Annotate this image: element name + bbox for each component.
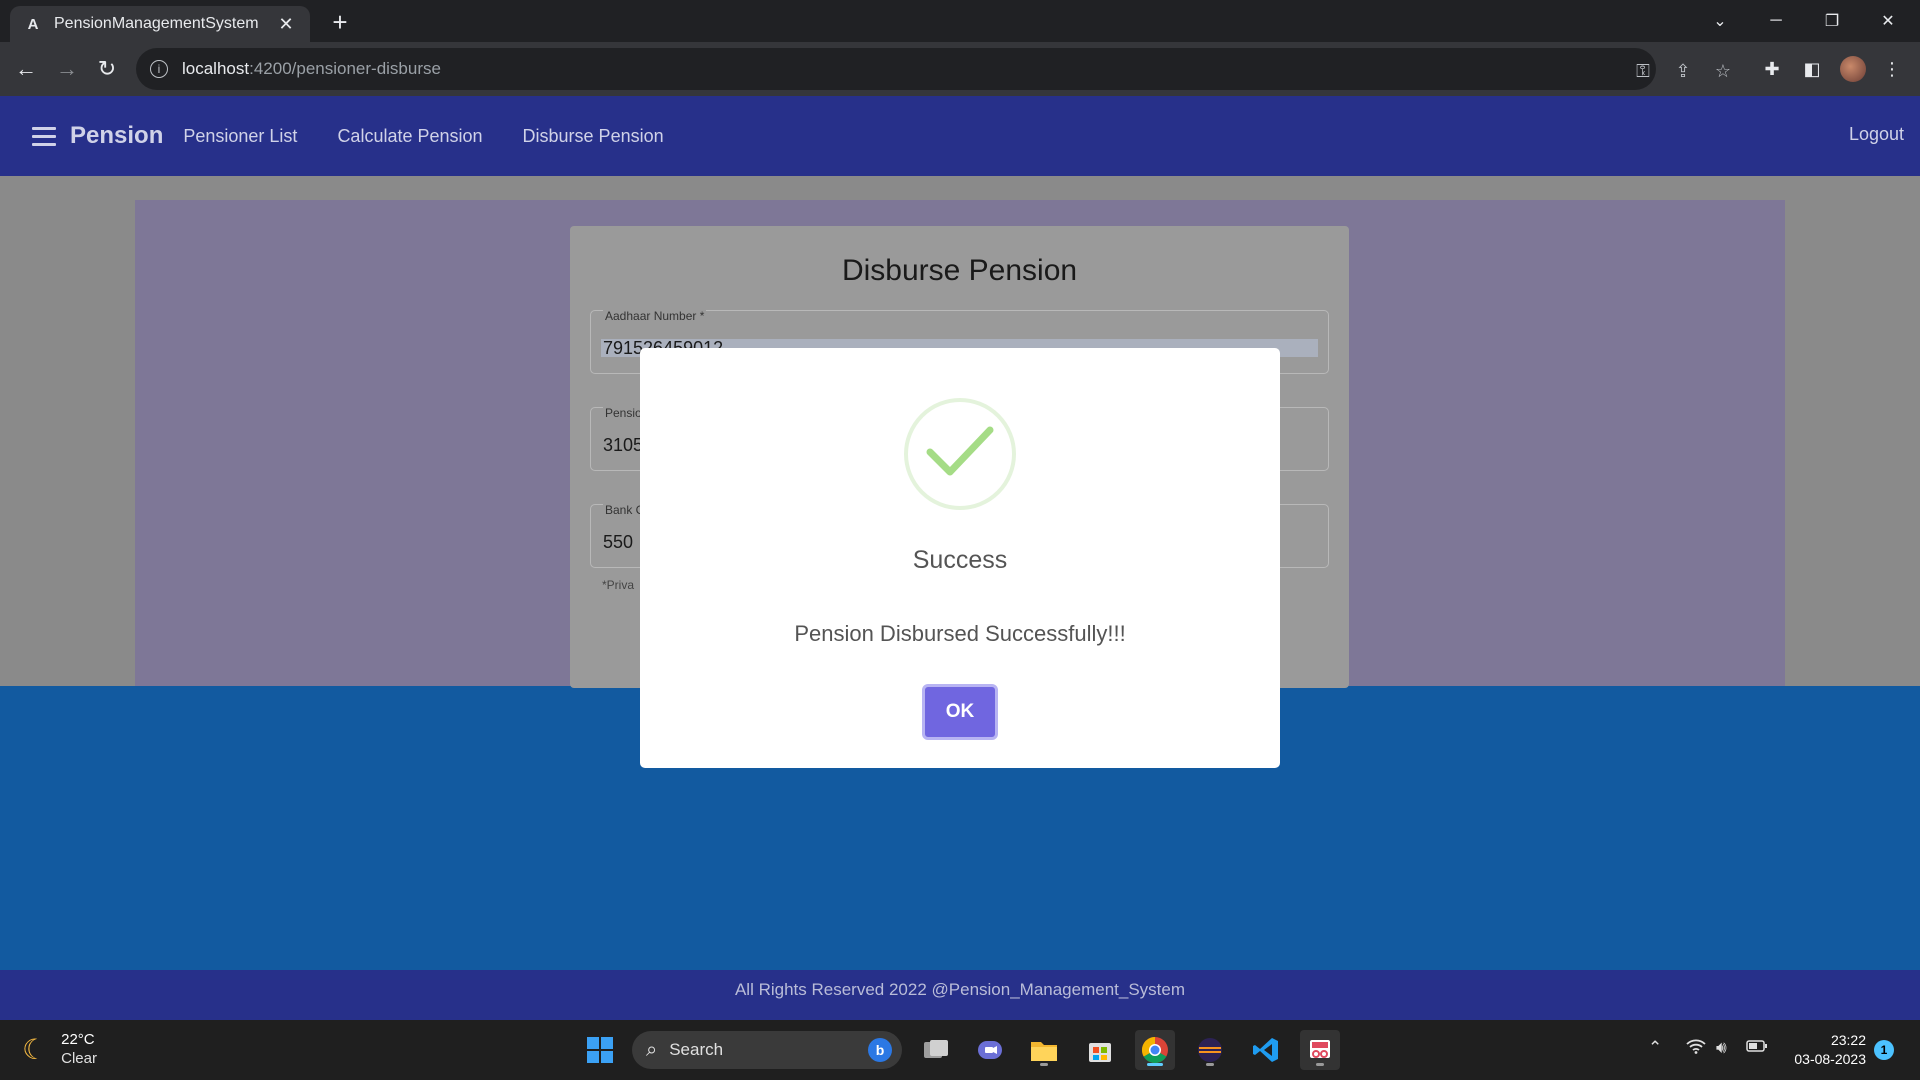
new-tab-icon[interactable]: +: [326, 8, 354, 36]
restore-icon[interactable]: ❐: [1804, 0, 1860, 42]
tab-title: PensionManagementSystem: [54, 15, 259, 32]
clock-time: 23:22: [1830, 1032, 1866, 1048]
site-info-icon[interactable]: i: [150, 60, 168, 78]
brand-title[interactable]: Pension: [70, 122, 163, 150]
footer-text: All Rights Reserved 2022 @Pension_Manage…: [734, 980, 1186, 999]
hamburger-menu-icon[interactable]: [24, 116, 64, 156]
close-window-icon[interactable]: ✕: [1860, 0, 1916, 42]
url-host: localhost: [182, 59, 250, 78]
active-app-indicator: [1147, 1063, 1163, 1066]
moon-icon: ☾: [22, 1033, 48, 1065]
clock-date: 03-08-2023: [1794, 1051, 1866, 1067]
running-indicator: [1040, 1063, 1048, 1066]
search-icon: ⌕: [646, 1038, 658, 1061]
key-icon[interactable]: ⚿: [1628, 56, 1658, 86]
bookmark-star-icon[interactable]: ☆: [1708, 56, 1738, 86]
teams-chat-icon[interactable]: [970, 1030, 1010, 1070]
nav-disburse-pension[interactable]: Disburse Pension: [523, 126, 664, 147]
running-indicator: [1206, 1063, 1214, 1066]
wifi-icon[interactable]: [1686, 1038, 1706, 1059]
chrome-icon[interactable]: [1135, 1030, 1175, 1070]
snipping-tool-icon[interactable]: [1300, 1030, 1340, 1070]
aadhaar-label: Aadhaar Number *: [603, 309, 707, 323]
bank-charge-value: 550: [603, 532, 634, 552]
taskbar-search[interactable]: ⌕ Search b: [632, 1031, 902, 1069]
start-windows-icon[interactable]: [580, 1030, 620, 1070]
browser-toolbar: ← → ↻ i localhost:4200/pensioner-disburs…: [0, 42, 1920, 96]
weather-temperature: 22°C: [61, 1031, 95, 1048]
angular-favicon-icon: A: [27, 15, 39, 33]
address-bar[interactable]: i localhost:4200/pensioner-disburse: [136, 48, 1656, 90]
bing-icon[interactable]: b: [868, 1038, 892, 1062]
tab-close-icon[interactable]: ✕: [276, 14, 296, 35]
pension-amount-value: 3105: [603, 435, 644, 455]
success-dialog: Success Pension Disbursed Successfully!!…: [640, 348, 1280, 768]
reload-icon[interactable]: ↻: [91, 53, 123, 85]
weather-widget[interactable]: ☾ 22°C Clear: [22, 1030, 97, 1068]
microsoft-store-icon[interactable]: [1080, 1030, 1120, 1070]
nav-pensioner-list[interactable]: Pensioner List: [183, 126, 297, 147]
pension-amount-label: Pensio: [603, 406, 644, 420]
browser-tab[interactable]: A PensionManagementSystem ✕: [10, 6, 310, 42]
profile-avatar[interactable]: [1840, 56, 1866, 82]
form-hint: *Priva: [602, 578, 635, 592]
minimize-icon[interactable]: ─: [1748, 0, 1804, 42]
success-check-icon: [904, 398, 1016, 510]
system-clock[interactable]: 23:22 03-08-2023: [1794, 1031, 1866, 1069]
form-title: Disburse Pension: [841, 254, 1078, 287]
vscode-icon[interactable]: [1246, 1030, 1286, 1070]
search-label: Search: [669, 1040, 724, 1059]
windows-taskbar: ☾ 22°C Clear ⌕ Search b ⌃ 🔊︎ 23:22 03-08…: [0, 1020, 1920, 1080]
notification-badge[interactable]: 1: [1874, 1040, 1894, 1060]
dialog-title: Success: [912, 546, 1008, 574]
tray-chevron-up-icon[interactable]: ⌃: [1648, 1038, 1662, 1058]
back-icon[interactable]: ←: [10, 53, 42, 85]
logout-link[interactable]: Logout: [1849, 124, 1904, 145]
volume-icon[interactable]: 🔊︎: [1716, 1038, 1727, 1058]
url-path: :4200/pensioner-disburse: [249, 59, 441, 78]
extensions-icon[interactable]: ✚: [1756, 53, 1788, 85]
battery-icon[interactable]: [1746, 1038, 1768, 1058]
menu-kebab-icon[interactable]: ⋮: [1876, 53, 1908, 85]
app-footer: All Rights Reserved 2022 @Pension_Manage…: [0, 970, 1920, 1020]
tab-search-icon[interactable]: ⌄: [1692, 0, 1748, 42]
ok-button[interactable]: OK: [922, 684, 998, 740]
file-explorer-icon[interactable]: [1024, 1030, 1064, 1070]
eclipse-icon[interactable]: [1190, 1030, 1230, 1070]
forward-icon[interactable]: →: [51, 53, 83, 85]
dialog-message: Pension Disbursed Successfully!!!: [794, 621, 1126, 646]
weather-condition: Clear: [61, 1050, 97, 1067]
nav-calculate-pension[interactable]: Calculate Pension: [337, 126, 482, 147]
running-indicator: [1316, 1063, 1324, 1066]
side-panel-icon[interactable]: ◧: [1796, 53, 1828, 85]
app-header: Pension Pensioner List Calculate Pension…: [0, 96, 1920, 176]
task-view-icon[interactable]: [916, 1030, 956, 1070]
share-icon[interactable]: ⇪: [1668, 56, 1698, 86]
browser-tabbar: A PensionManagementSystem ✕ + ⌄ ─ ❐ ✕: [0, 0, 1920, 42]
